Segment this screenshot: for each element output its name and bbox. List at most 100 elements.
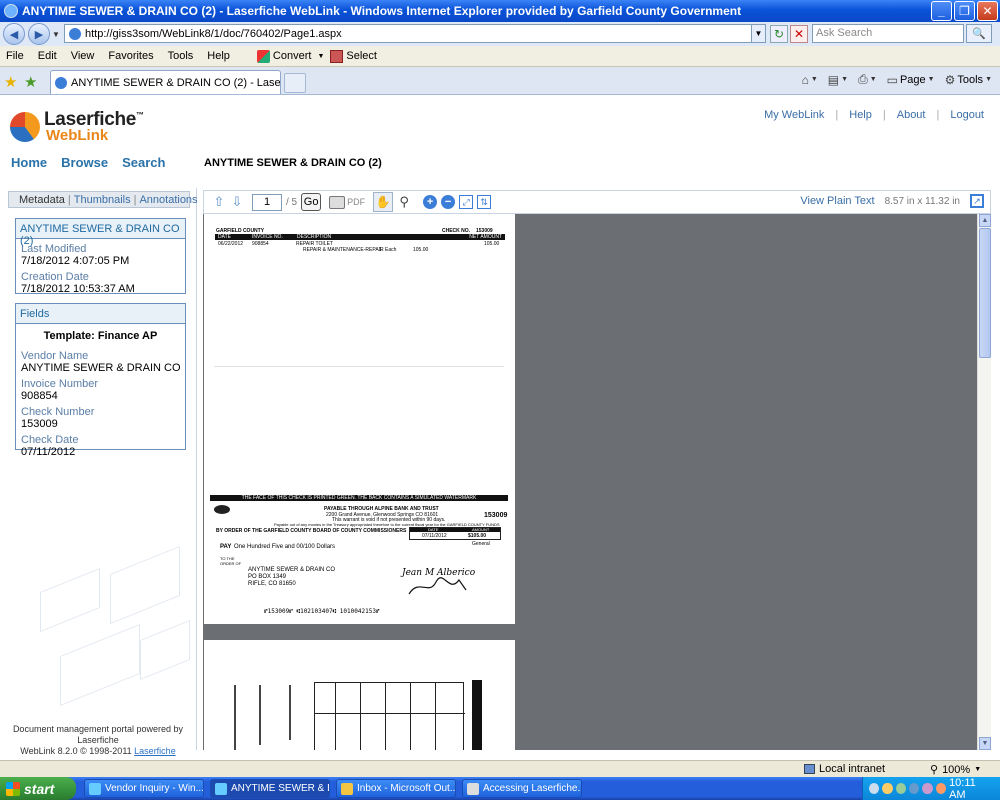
- fit-page-button[interactable]: ⤢: [459, 195, 474, 209]
- next-page-button[interactable]: ⇩: [228, 193, 246, 211]
- fit-page-icon: ⤢: [462, 196, 470, 207]
- stop-button[interactable]: ✕: [790, 25, 808, 43]
- new-tab-button[interactable]: [284, 73, 306, 93]
- print-button[interactable]: ⎙ ▼: [858, 72, 877, 87]
- my-weblink-link[interactable]: My WebLink: [764, 109, 824, 121]
- search-input[interactable]: Ask Search: [812, 24, 964, 43]
- tab-annotations[interactable]: Annotations: [139, 194, 197, 206]
- menu-file[interactable]: File: [0, 50, 31, 62]
- doc-date-label: DATE: [428, 527, 439, 532]
- menu-tools[interactable]: Tools: [161, 50, 201, 62]
- zoom-icon: ⚲: [930, 764, 939, 776]
- add-favorite-icon[interactable]: ★: [24, 73, 37, 91]
- document-viewer[interactable]: GARFIELD COUNTY CHECK NO. 153009 DATE IN…: [203, 214, 977, 750]
- previous-page-button[interactable]: ⇧: [210, 193, 228, 211]
- page-menu[interactable]: ▭ Page ▼: [887, 73, 935, 87]
- scroll-thumb[interactable]: [979, 228, 991, 358]
- tray-icon[interactable]: [935, 783, 947, 794]
- task-anytime-sewer[interactable]: ANYTIME SEWER & D...: [210, 779, 330, 798]
- task-accessing-laserfiche[interactable]: Accessing Laserfiche....: [462, 779, 582, 798]
- page-dimensions: 8.57 in x 11.32 in: [884, 195, 960, 207]
- zoom-level[interactable]: ⚲ 100% ▼: [930, 763, 981, 777]
- signature-scribble-icon: [408, 577, 467, 595]
- help-link[interactable]: Help: [849, 109, 872, 121]
- doc-row-sub: REPAIR & MAINTENANCE-REPAIR: [303, 247, 384, 253]
- ie-task-icon: [89, 782, 101, 795]
- doc-col-invoice: INVOICE NO.: [252, 234, 283, 240]
- tray-icon[interactable]: [922, 783, 933, 794]
- forward-button[interactable]: ▶: [28, 23, 50, 45]
- footer-laserfiche-link[interactable]: Laserfiche: [134, 746, 176, 756]
- viewer-scrollbar[interactable]: ▲ ▼: [977, 214, 991, 750]
- doc-payee-name: ANYTIME SEWER & DRAIN CO: [248, 567, 336, 573]
- select-button[interactable]: Select: [330, 49, 377, 63]
- search-button[interactable]: 🔍: [966, 24, 992, 43]
- pan-tool-button[interactable]: ✋: [373, 192, 394, 212]
- ie-icon: [4, 4, 18, 18]
- history-dropdown-icon[interactable]: ▼: [52, 30, 60, 39]
- expand-icon[interactable]: ↗: [970, 194, 984, 208]
- page-number-input[interactable]: [252, 193, 282, 211]
- tab-thumbnails[interactable]: Thumbnails: [74, 194, 131, 206]
- field-label: Vendor Name: [21, 350, 89, 362]
- menu-favorites[interactable]: Favorites: [101, 50, 160, 62]
- nav-browse[interactable]: Browse: [61, 155, 108, 170]
- doc-row-net: 105.00: [484, 241, 500, 247]
- address-bar: ◀ ▶ ▼ http://giss3som/WebLink8/1/doc/760…: [0, 22, 1000, 46]
- minimize-button[interactable]: _: [931, 1, 952, 21]
- back-button[interactable]: ◀: [3, 23, 25, 45]
- tab-favicon-icon: [55, 76, 67, 89]
- tab-metadata[interactable]: Metadata: [19, 194, 65, 206]
- nav-home[interactable]: Home: [11, 155, 47, 170]
- tools-menu[interactable]: ⚙ Tools ▼: [945, 73, 992, 87]
- doc-amount-label: AMOUNT: [472, 527, 490, 532]
- close-button[interactable]: ✕: [977, 1, 998, 21]
- url-dropdown-icon[interactable]: ▼: [751, 25, 765, 42]
- document-heading: ANYTIME SEWER & DRAIN CO (2): [204, 157, 382, 169]
- zoom-in-button[interactable]: +: [423, 195, 438, 209]
- tab-label: ANYTIME SEWER & DRAIN CO (2) - Laserfich…: [71, 76, 281, 89]
- zoom-out-button[interactable]: −: [441, 195, 456, 209]
- fit-width-button[interactable]: ⇅: [477, 195, 492, 209]
- convert-button[interactable]: Convert ▼: [256, 49, 324, 63]
- tray-icon[interactable]: [909, 783, 920, 794]
- document-page-1: GARFIELD COUNTY CHECK NO. 153009 DATE IN…: [204, 214, 515, 624]
- restore-button[interactable]: ❐: [954, 1, 975, 21]
- start-button[interactable]: start: [0, 777, 76, 800]
- nav-search[interactable]: Search: [122, 155, 165, 170]
- favorites-star-icon[interactable]: ★: [4, 73, 17, 91]
- feeds-button[interactable]: ▤ ▼: [828, 73, 848, 87]
- view-plain-text-link[interactable]: View Plain Text: [800, 195, 874, 207]
- task-vendor-inquiry[interactable]: Vendor Inquiry - Win...: [84, 779, 204, 798]
- go-button[interactable]: Go: [301, 193, 322, 211]
- tray-icon[interactable]: [895, 783, 907, 794]
- tray-icon[interactable]: [882, 783, 893, 794]
- main-nav: Home Browse Search: [11, 155, 165, 170]
- logout-link[interactable]: Logout: [950, 109, 984, 121]
- doc-to-the-order: TO THE ORDER OF: [220, 556, 242, 566]
- scroll-down-icon[interactable]: ▼: [979, 737, 991, 750]
- url-input[interactable]: http://giss3som/WebLink8/1/doc/760402/Pa…: [64, 24, 766, 43]
- scroll-up-icon[interactable]: ▲: [979, 214, 991, 227]
- doc-header-bar: DATE INVOICE NO. DESCRIPTION NET AMOUNT: [215, 234, 505, 240]
- menu-view[interactable]: View: [64, 50, 102, 62]
- menu-edit[interactable]: Edit: [31, 50, 64, 62]
- select-icon: [330, 49, 344, 63]
- home-button[interactable]: ⌂ ▼: [802, 73, 818, 87]
- tray-icon[interactable]: [869, 783, 880, 794]
- zoom-select-button[interactable]: ⚲: [395, 193, 413, 211]
- field-label: Invoice Number: [21, 378, 99, 390]
- zone-label: Local intranet: [819, 763, 886, 775]
- refresh-button[interactable]: ↻: [770, 25, 788, 43]
- doc-payee-city: RIFLE, CO 81650: [248, 581, 296, 587]
- task-outlook-inbox[interactable]: Inbox - Microsoft Out...: [336, 779, 456, 798]
- print-pdf-button[interactable]: PDF: [329, 195, 366, 209]
- menu-help[interactable]: Help: [200, 50, 237, 62]
- doc-fund: General: [472, 541, 490, 547]
- pdf-label: PDF: [347, 197, 366, 207]
- doc-row-qty: 1: [379, 247, 382, 253]
- system-tray: 10:11 AM: [862, 777, 1000, 800]
- tab-weblink[interactable]: ANYTIME SEWER & DRAIN CO (2) - Laserfich…: [50, 70, 281, 94]
- county-seal-icon: [214, 505, 230, 514]
- about-link[interactable]: About: [897, 109, 926, 121]
